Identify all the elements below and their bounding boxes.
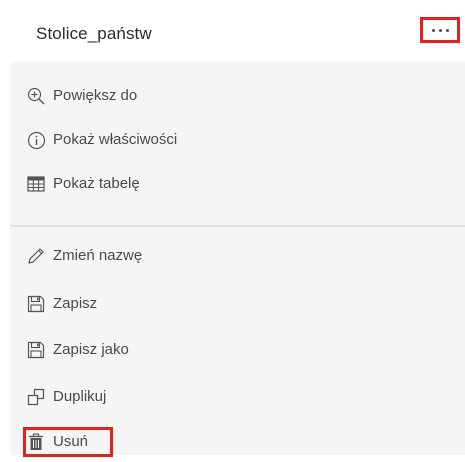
- menu-item-save[interactable]: Zapisz: [10, 284, 465, 324]
- menu-item-label: Usuń: [53, 433, 89, 451]
- ellipsis-icon: [431, 28, 435, 32]
- layer-options-menu: Powiększ do Pokaż właściwości Pokaż tabe…: [10, 62, 465, 457]
- menu-item-zoom-to[interactable]: Powiększ do: [10, 76, 465, 116]
- table-icon: [26, 174, 46, 194]
- menu-item-show-properties[interactable]: Pokaż właściwości: [10, 120, 465, 160]
- info-icon: [26, 130, 46, 150]
- pencil-icon: [26, 246, 46, 266]
- menu-divider: [10, 225, 465, 227]
- menu-item-rename[interactable]: Zmień nazwę: [10, 236, 465, 276]
- save-icon: [26, 294, 46, 314]
- duplicate-icon: [26, 387, 46, 407]
- menu-item-label: Zmień nazwę: [53, 247, 143, 265]
- ellipsis-dot: [438, 28, 442, 32]
- trash-icon: [26, 432, 46, 452]
- menu-item-label: Duplikuj: [53, 388, 107, 406]
- save-as-icon: [26, 340, 46, 360]
- layer-title: Stolice_państw: [36, 24, 152, 43]
- zoom-in-icon: [26, 86, 46, 106]
- layer-header: Stolice_państw: [0, 0, 465, 62]
- menu-item-label: Pokaż tabelę: [53, 175, 140, 193]
- menu-item-label: Pokaż właściwości: [53, 131, 178, 149]
- menu-item-delete[interactable]: Usuń: [10, 422, 465, 462]
- menu-item-label: Zapisz jako: [53, 341, 129, 359]
- menu-item-save-as[interactable]: Zapisz jako: [10, 330, 465, 370]
- ellipsis-dot: [445, 28, 449, 32]
- menu-item-show-table[interactable]: Pokaż tabelę: [10, 164, 465, 204]
- more-options-button[interactable]: [420, 17, 460, 43]
- menu-item-label: Powiększ do: [53, 87, 138, 105]
- menu-item-duplicate[interactable]: Duplikuj: [10, 377, 465, 417]
- menu-item-label: Zapisz: [53, 295, 98, 313]
